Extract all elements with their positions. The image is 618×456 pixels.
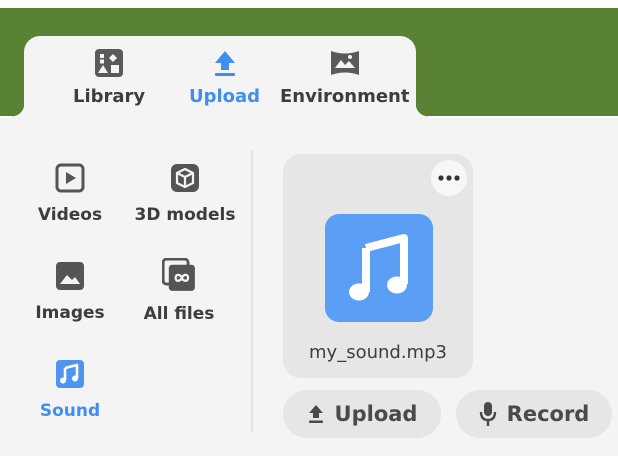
- tab-environment[interactable]: Environment: [280, 48, 409, 107]
- cube-icon: [171, 164, 199, 192]
- upload-icon: [214, 51, 235, 76]
- microphone-icon: [479, 402, 496, 426]
- tab-environment-label: Environment: [280, 86, 410, 107]
- tab-library[interactable]: Library: [73, 48, 145, 107]
- library-icon: [95, 49, 124, 77]
- all-files-icon: [162, 258, 195, 291]
- category-images[interactable]: Images: [10, 261, 130, 323]
- music-note-icon: [349, 234, 408, 301]
- record-button[interactable]: Record: [456, 390, 612, 438]
- more-options-button[interactable]: [431, 160, 467, 196]
- file-name: my_sound.mp3: [309, 342, 447, 363]
- record-button-label: Record: [506, 402, 590, 426]
- video-icon: [55, 163, 85, 193]
- file-card[interactable]: my_sound.mp3: [283, 154, 473, 378]
- category-images-label: Images: [35, 303, 105, 323]
- category-3d-models-label: 3D models: [134, 205, 236, 225]
- file-thumbnail: [325, 214, 433, 322]
- image-icon: [56, 262, 84, 290]
- upload-button[interactable]: Upload: [283, 390, 441, 438]
- category-sound-label: Sound: [39, 401, 101, 421]
- upload-icon: [308, 405, 323, 423]
- category-all-files-label: All files: [143, 304, 215, 324]
- music-note-icon: [56, 360, 84, 388]
- category-videos-label: Videos: [37, 205, 103, 225]
- category-videos[interactable]: Videos: [10, 163, 130, 225]
- category-all-files[interactable]: All files: [119, 258, 239, 324]
- category-sound[interactable]: Sound: [10, 359, 130, 421]
- tab-upload[interactable]: Upload: [189, 48, 260, 107]
- environment-icon: [330, 51, 359, 75]
- category-3d-models[interactable]: 3D models: [125, 163, 245, 225]
- divider: [251, 150, 253, 432]
- upload-button-label: Upload: [334, 402, 418, 426]
- tab-upload-label: Upload: [189, 86, 261, 107]
- more-icon: [438, 175, 460, 181]
- tab-library-label: Library: [73, 86, 146, 107]
